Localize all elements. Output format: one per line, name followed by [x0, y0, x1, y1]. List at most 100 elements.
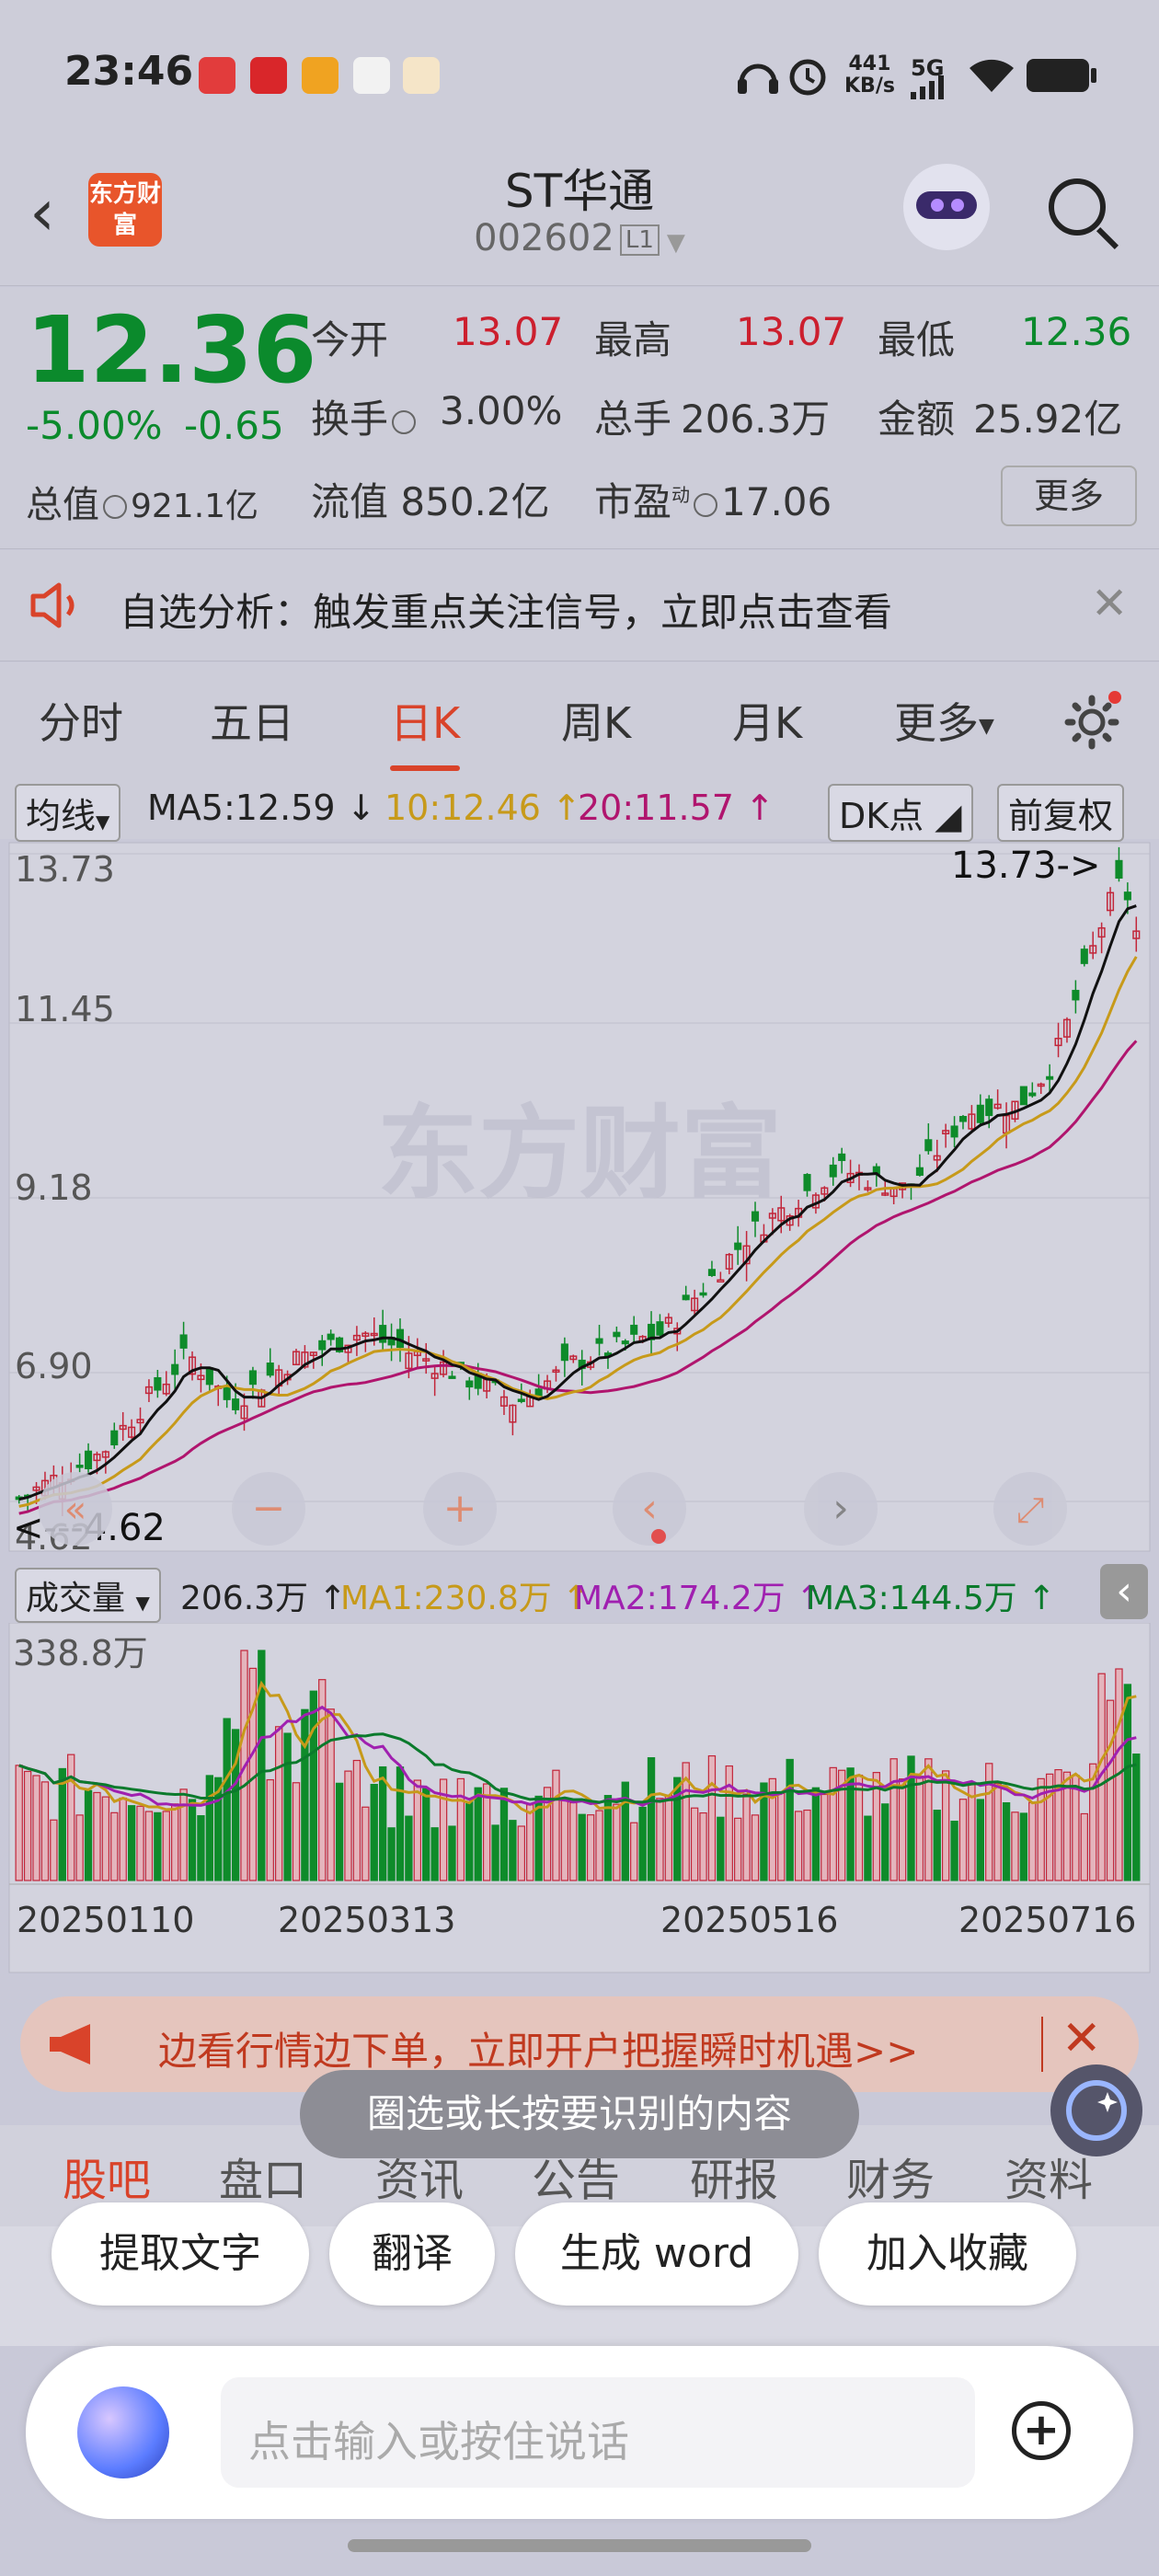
volume-bar	[387, 1827, 396, 1881]
volume-bar	[1028, 1801, 1037, 1881]
volume-bar	[1072, 1775, 1080, 1881]
candle	[205, 1367, 213, 1386]
info-icon[interactable]	[392, 409, 417, 434]
close-icon[interactable]: ✕	[1061, 2011, 1102, 2066]
volume-bar	[820, 1793, 829, 1881]
tab-weekly-k[interactable]: 周K	[561, 690, 631, 751]
tab-more[interactable]: 更多▼	[894, 690, 994, 751]
y-label-3: 9.18	[15, 1167, 93, 1208]
volume-bar	[898, 1778, 907, 1881]
high-marker: 13.73->	[951, 845, 1100, 887]
ma10-value: 10:12.46 ↑	[384, 788, 581, 828]
translate-button[interactable]: 翻译	[329, 2202, 495, 2306]
speaker-icon	[30, 582, 75, 628]
dk-point-button[interactable]: DK点 ◢	[828, 784, 973, 842]
candle	[595, 1338, 603, 1344]
candle	[232, 1398, 240, 1410]
volume-bar	[179, 1788, 188, 1881]
amount-label: 金额	[878, 397, 956, 442]
candle	[465, 1380, 474, 1388]
tab-monthly-k[interactable]: 月K	[732, 690, 802, 751]
turnover-label: 换手	[311, 388, 419, 444]
volume-selector[interactable]: 成交量 ▼	[15, 1568, 161, 1623]
volume-bar	[941, 1770, 950, 1881]
candle	[110, 1430, 119, 1446]
volume-bar	[93, 1791, 101, 1881]
search-icon[interactable]	[1049, 178, 1106, 236]
low-value: 12.36	[1021, 309, 1132, 354]
home-indicator	[348, 2539, 811, 2552]
volume-bar	[413, 1779, 421, 1881]
tab-daily-k[interactable]: 日K	[390, 690, 461, 771]
tab-orderbook[interactable]: 盘口	[219, 2144, 307, 2208]
close-icon[interactable]: ✕	[1091, 578, 1128, 629]
candle	[517, 1398, 525, 1402]
volume-bar	[50, 1819, 58, 1881]
alert-text: 自选分析：触发重点关注信号，立即点击查看	[120, 590, 893, 635]
volume-bar	[803, 1809, 811, 1881]
generate-word-button[interactable]: 生成 word	[515, 2202, 798, 2306]
volume-bar	[958, 1799, 968, 1881]
volume-bar	[292, 1782, 301, 1881]
tab-intraday[interactable]: 分时	[39, 690, 123, 751]
expand-icon: ⤢	[1016, 1489, 1044, 1530]
candle	[1028, 1092, 1037, 1097]
chevron-left-icon: ‹	[641, 1485, 658, 1532]
vol-ma1: MA1:230.8万 ↑	[340, 1580, 591, 1617]
app-notification-icon	[199, 57, 235, 94]
candle	[656, 1321, 664, 1336]
chevron-down-icon: ▼	[979, 715, 994, 738]
candle	[248, 1370, 257, 1386]
volume-bar	[465, 1801, 474, 1881]
volume-bar	[889, 1758, 898, 1881]
volume-bar	[499, 1788, 509, 1881]
add-icon[interactable]: +	[1012, 2401, 1071, 2460]
info-icon[interactable]	[103, 495, 127, 519]
adjust-button[interactable]: 前复权	[997, 784, 1125, 842]
ai-assistant-button[interactable]	[1050, 2064, 1142, 2156]
volume-bar	[110, 1811, 119, 1881]
network-speed: 441 KB/s	[844, 52, 895, 98]
volume-label: 总手	[594, 397, 672, 442]
volume-value: 206.3万 ↑	[180, 1580, 347, 1617]
market-cap: 总值 921.1亿	[26, 484, 259, 526]
candle	[179, 1334, 188, 1349]
assistant-avatar[interactable]	[903, 164, 990, 250]
volume-bar	[742, 1793, 751, 1881]
volume-bar	[560, 1798, 569, 1881]
volume-bar	[613, 1803, 621, 1881]
tab-five-day[interactable]: 五日	[210, 690, 294, 751]
collapse-button[interactable]: ‹	[1100, 1564, 1148, 1619]
ma-selector[interactable]: 均线▼	[15, 784, 121, 842]
app-notification-icon	[302, 57, 339, 94]
stock-code-text: 002602	[474, 217, 614, 259]
kline-chart[interactable]: 东方财富 13.73 11.45 9.18 6.90 4.62 13.73-> …	[0, 839, 1159, 1557]
volume-bar	[578, 1813, 586, 1881]
volume-bar	[1106, 1699, 1115, 1881]
high-value: 13.07	[736, 309, 847, 354]
chevron-down-icon: ▼	[135, 1592, 150, 1614]
tab-financials[interactable]: 财务	[846, 2144, 935, 2208]
candle	[613, 1331, 621, 1338]
info-icon[interactable]	[694, 492, 718, 517]
volume-bar	[456, 1777, 465, 1881]
candle	[838, 1153, 846, 1161]
assistant-input-bar: 点击输入或按住说话 +	[26, 2346, 1133, 2519]
volume-bar	[734, 1817, 742, 1881]
extract-text-button[interactable]: 提取文字	[52, 2202, 309, 2306]
settings-gear-icon[interactable]	[1063, 690, 1124, 751]
voice-text-input[interactable]: 点击输入或按住说话	[221, 2377, 975, 2488]
chevron-down-icon: ▼	[666, 229, 685, 257]
candle	[751, 1211, 760, 1222]
candle	[1123, 891, 1131, 901]
tab-forum[interactable]: 股吧	[63, 2144, 151, 2208]
assistant-orb-icon[interactable]	[77, 2386, 169, 2478]
turnover-value: 3.00%	[440, 388, 563, 433]
level-badge: L1	[619, 224, 660, 256]
volume-bar	[526, 1804, 534, 1881]
alert-bar[interactable]: 自选分析：触发重点关注信号，立即点击查看 ✕	[0, 550, 1159, 661]
more-button[interactable]: 更多	[1001, 466, 1137, 526]
add-favorite-button[interactable]: 加入收藏	[819, 2202, 1076, 2306]
candle	[734, 1242, 742, 1250]
volume-chart[interactable]: 338.8万 20250110 20250313 20250516 202507…	[0, 1623, 1159, 1974]
